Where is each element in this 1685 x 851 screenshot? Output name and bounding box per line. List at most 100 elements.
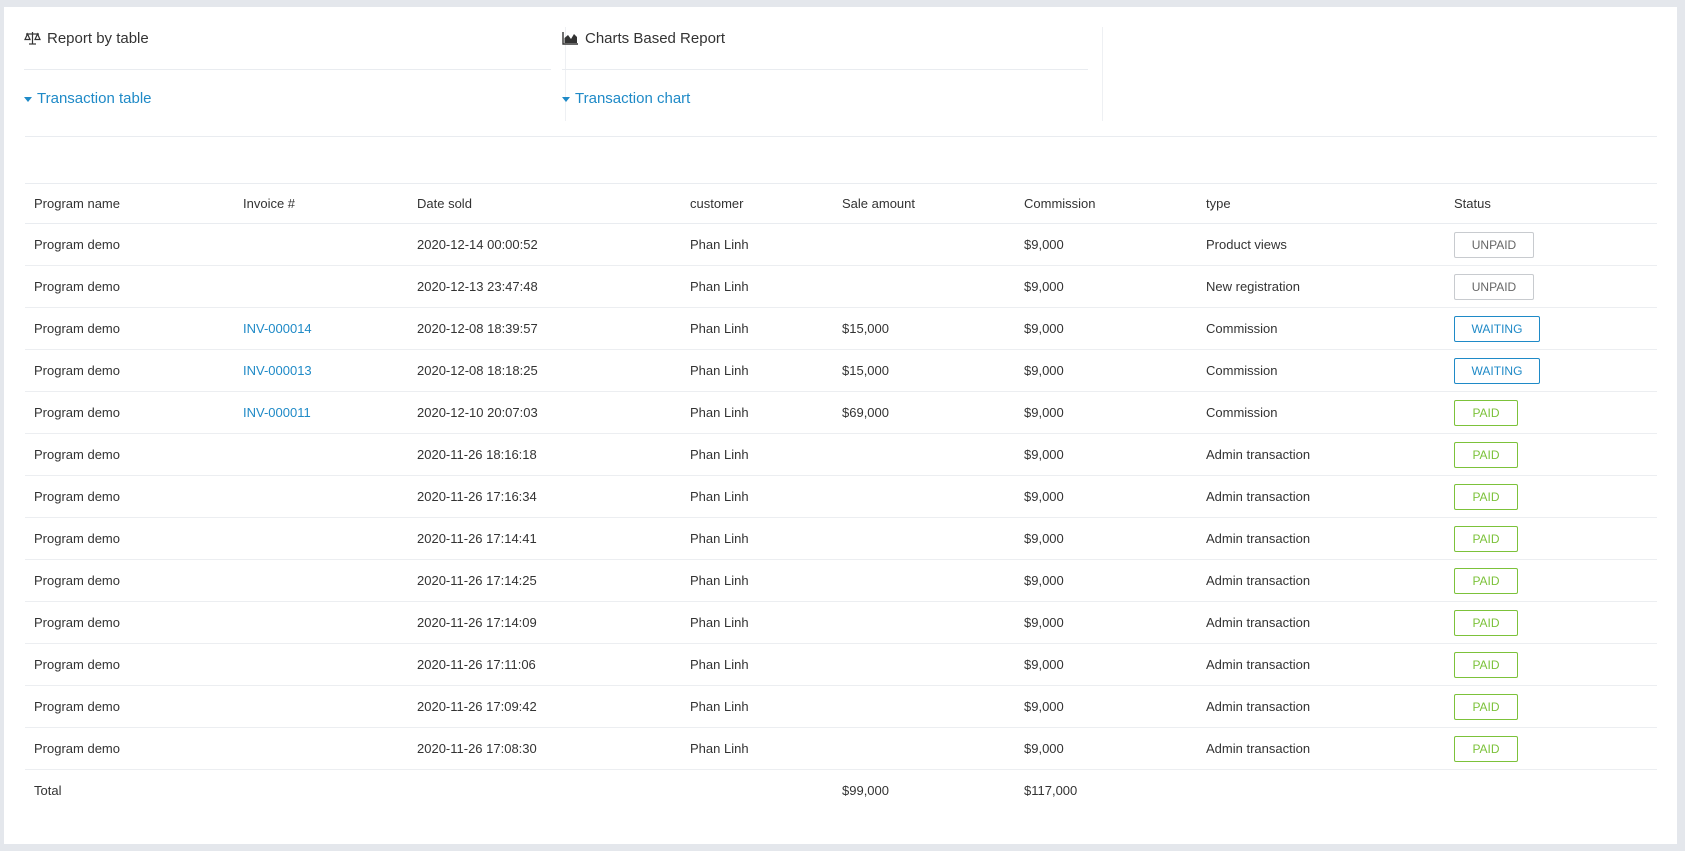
transaction-table-label: Transaction table [37, 90, 152, 107]
commission-cell: $9,000 [1015, 601, 1197, 644]
sale-amount-cell: $15,000 [833, 307, 1015, 350]
customer-cell: Phan Linh [681, 307, 833, 350]
customer-cell: Phan Linh [681, 223, 833, 266]
status-badge[interactable]: PAID [1454, 609, 1518, 636]
type-cell: Admin transaction [1197, 643, 1445, 686]
type-cell: Admin transaction [1197, 727, 1445, 770]
invoice-cell: INV-000011 [234, 391, 408, 434]
status-badge[interactable]: WAITING [1454, 357, 1540, 384]
program-cell: Program demo [25, 643, 234, 686]
program-cell: Program demo [25, 433, 234, 476]
status-badge[interactable]: UNPAID [1454, 231, 1534, 258]
date-cell: 2020-11-26 17:14:09 [408, 601, 681, 644]
sale-amount-cell: $15,000 [833, 349, 1015, 392]
total-label: Total [34, 782, 62, 798]
date-cell: 2020-12-08 18:18:25 [408, 349, 681, 392]
status-cell: PAID [1445, 517, 1657, 560]
status-badge[interactable]: PAID [1454, 525, 1518, 552]
type-cell: Admin transaction [1197, 517, 1445, 560]
commission-cell: $9,000 [1015, 475, 1197, 518]
header-status: Status [1445, 183, 1657, 224]
column-divider [1102, 27, 1103, 121]
table-row: Program demo 2020-11-26 17:16:34 Phan Li… [25, 475, 1657, 518]
transaction-table-link[interactable]: Transaction table [24, 90, 152, 107]
commission-cell: $9,000 [1015, 349, 1197, 392]
status-cell: PAID [1445, 643, 1657, 686]
table-row: Program demo 2020-11-26 17:09:42 Phan Li… [25, 685, 1657, 728]
date-cell: 2020-11-26 18:16:18 [408, 433, 681, 476]
charts-report-column: Charts Based Report Transaction chart [562, 27, 1103, 121]
transaction-chart-label: Transaction chart [575, 90, 691, 107]
program-cell: Program demo [25, 265, 234, 308]
invoice-cell [234, 601, 408, 644]
type-cell: Commission [1197, 391, 1445, 434]
sale-amount-cell [833, 601, 1015, 644]
customer-cell: Phan Linh [681, 517, 833, 560]
status-badge[interactable]: PAID [1454, 399, 1518, 426]
status-cell: PAID [1445, 727, 1657, 770]
date-cell: 2020-12-08 18:39:57 [408, 307, 681, 350]
sale-amount-cell [833, 475, 1015, 518]
status-badge[interactable]: UNPAID [1454, 273, 1534, 300]
sale-amount-cell [833, 433, 1015, 476]
invoice-link[interactable]: INV-000011 [243, 405, 311, 420]
header-type: type [1197, 183, 1445, 224]
status-cell: PAID [1445, 391, 1657, 434]
total-sale-amount: $99,000 [842, 782, 889, 798]
status-cell: UNPAID [1445, 223, 1657, 266]
total-commission: $117,000 [1024, 782, 1078, 798]
customer-cell: Phan Linh [681, 475, 833, 518]
caret-down-icon [24, 96, 32, 102]
customer-cell: Phan Linh [681, 265, 833, 308]
section-divider [25, 136, 1657, 137]
total-row: Total $99,000 $117,000 [25, 770, 1657, 811]
invoice-cell: INV-000013 [234, 349, 408, 392]
program-cell: Program demo [25, 475, 234, 518]
commission-cell: $9,000 [1015, 685, 1197, 728]
area-chart-icon [562, 31, 579, 45]
report-by-table-label: Report by table [47, 29, 149, 47]
customer-cell: Phan Linh [681, 601, 833, 644]
transaction-chart-link[interactable]: Transaction chart [562, 90, 690, 107]
commission-cell: $9,000 [1015, 391, 1197, 434]
date-cell: 2020-11-26 17:16:34 [408, 475, 681, 518]
status-badge[interactable]: PAID [1454, 483, 1518, 510]
status-badge[interactable]: WAITING [1454, 315, 1540, 342]
invoice-link[interactable]: INV-000014 [243, 321, 312, 336]
commission-cell: $9,000 [1015, 433, 1197, 476]
invoice-cell [234, 727, 408, 770]
report-panel: Report by table Transaction table Charts… [4, 7, 1677, 844]
status-badge[interactable]: PAID [1454, 441, 1518, 468]
status-cell: PAID [1445, 433, 1657, 476]
status-cell: PAID [1445, 559, 1657, 602]
program-cell: Program demo [25, 685, 234, 728]
report-by-table-title: Report by table [24, 27, 551, 49]
table-row: Program demo 2020-11-26 17:14:25 Phan Li… [25, 559, 1657, 602]
header-program-name: Program name [25, 183, 234, 224]
date-cell: 2020-11-26 17:14:41 [408, 517, 681, 560]
report-by-table-column: Report by table Transaction table [24, 27, 566, 121]
status-badge[interactable]: PAID [1454, 651, 1518, 678]
status-badge[interactable]: PAID [1454, 693, 1518, 720]
header-date-sold: Date sold [408, 183, 681, 224]
sale-amount-cell [833, 265, 1015, 308]
customer-cell: Phan Linh [681, 391, 833, 434]
table-row: Program demo INV-000014 2020-12-08 18:39… [25, 307, 1657, 350]
program-cell: Program demo [25, 559, 234, 602]
report-options: Report by table Transaction table Charts… [4, 7, 1677, 121]
status-badge[interactable]: PAID [1454, 567, 1518, 594]
table-row: Program demo INV-000013 2020-12-08 18:18… [25, 349, 1657, 392]
type-cell: Product views [1197, 223, 1445, 266]
type-cell: Admin transaction [1197, 559, 1445, 602]
program-cell: Program demo [25, 601, 234, 644]
date-cell: 2020-11-26 17:11:06 [408, 643, 681, 686]
table-row: Program demo 2020-12-14 00:00:52 Phan Li… [25, 223, 1657, 266]
status-cell: WAITING [1445, 349, 1657, 392]
invoice-cell [234, 223, 408, 266]
invoice-link[interactable]: INV-000013 [243, 363, 312, 378]
customer-cell: Phan Linh [681, 349, 833, 392]
commission-cell: $9,000 [1015, 307, 1197, 350]
customer-cell: Phan Linh [681, 727, 833, 770]
commission-cell: $9,000 [1015, 517, 1197, 560]
status-badge[interactable]: PAID [1454, 735, 1518, 762]
